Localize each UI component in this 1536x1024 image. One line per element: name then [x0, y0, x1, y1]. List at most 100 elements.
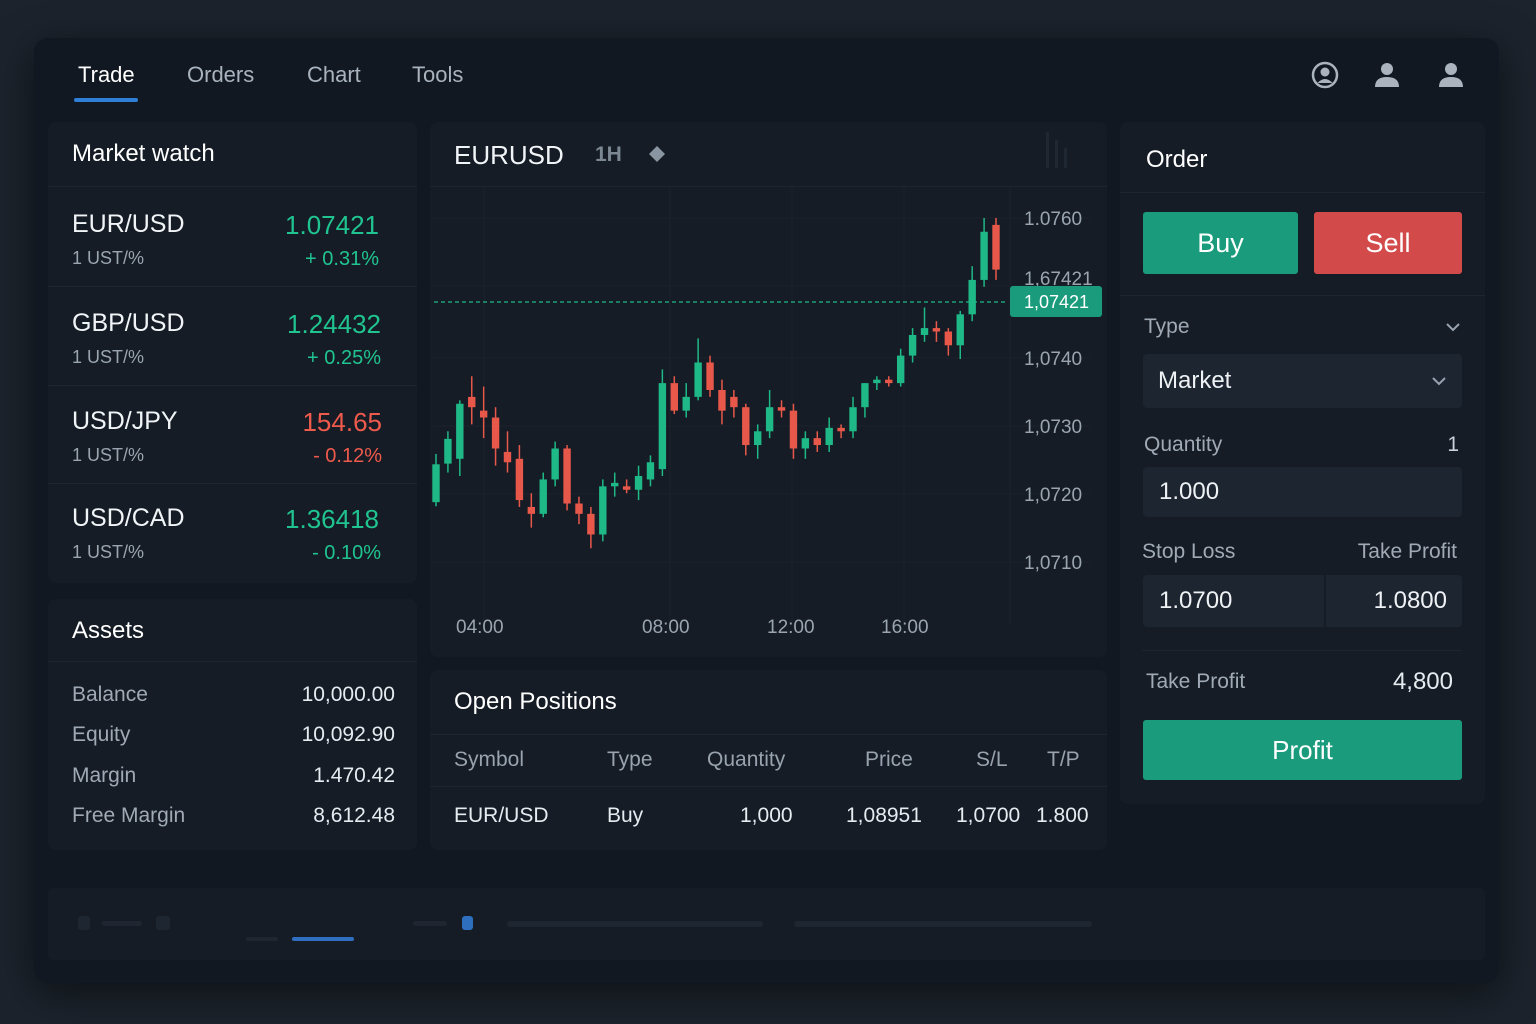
- quantity-label: Quantity: [1144, 433, 1223, 456]
- candle-body: [575, 503, 583, 514]
- footer-placeholder: [78, 916, 90, 930]
- candle-body: [932, 328, 941, 332]
- candle[interactable]: [456, 400, 464, 476]
- footer-bar: [48, 888, 1485, 960]
- candle[interactable]: [622, 479, 631, 494]
- buy-button[interactable]: Buy: [1143, 212, 1298, 274]
- sell-button[interactable]: Sell: [1314, 212, 1462, 274]
- candle[interactable]: [658, 369, 667, 476]
- candle-body: [563, 448, 571, 504]
- candle[interactable]: [825, 417, 833, 452]
- candle[interactable]: [873, 376, 881, 390]
- candle[interactable]: [813, 431, 821, 452]
- candle[interactable]: [861, 383, 869, 418]
- take-profit-input[interactable]: 1.0800: [1326, 575, 1462, 627]
- market-subtext: 1 UST/%: [72, 347, 145, 367]
- candle[interactable]: [908, 328, 917, 363]
- candle[interactable]: [885, 376, 893, 387]
- user-icon[interactable]: [1372, 60, 1402, 90]
- candle-body: [456, 403, 464, 459]
- candle[interactable]: [563, 445, 571, 511]
- column-header-tp[interactable]: T/P: [1047, 748, 1080, 772]
- candle[interactable]: [479, 386, 488, 439]
- market-watch-item-eurusd[interactable]: EUR/USD 1 UST/% 1.07421 + 0.31%: [48, 190, 417, 286]
- candle[interactable]: [599, 479, 607, 542]
- candle[interactable]: [932, 321, 941, 342]
- market-watch-item-gbpusd[interactable]: GBP/USD 1 UST/% 1.24432 + 0.25%: [48, 289, 417, 385]
- candle[interactable]: [634, 465, 643, 501]
- tab-tools[interactable]: Tools: [412, 62, 463, 88]
- candle[interactable]: [444, 431, 452, 473]
- position-price: 1,08951: [846, 804, 922, 827]
- candle[interactable]: [765, 390, 774, 439]
- candle-body: [622, 486, 631, 490]
- order-type-select[interactable]: Market: [1143, 354, 1462, 408]
- market-watch-item-usdcad[interactable]: USD/CAD 1 UST/% 1.36418 - 0.10%: [48, 484, 417, 580]
- candle[interactable]: [670, 376, 678, 415]
- market-symbol: EUR/USD: [72, 210, 185, 238]
- chart-timeframe[interactable]: 1H: [595, 143, 622, 167]
- quantity-input[interactable]: 1.000: [1143, 467, 1462, 517]
- assets-label-equity: Equity: [72, 723, 131, 746]
- tab-trade[interactable]: Trade: [78, 62, 135, 88]
- chevron-down-icon[interactable]: [1444, 318, 1462, 341]
- candle[interactable]: [432, 453, 440, 507]
- candle[interactable]: [527, 493, 536, 528]
- column-header-price[interactable]: Price: [865, 748, 913, 772]
- candle[interactable]: [968, 266, 976, 322]
- candle[interactable]: [754, 424, 762, 459]
- footer-placeholder: [246, 937, 278, 941]
- candle[interactable]: [801, 431, 810, 459]
- user-icon[interactable]: [1436, 60, 1466, 90]
- column-header-symbol[interactable]: Symbol: [454, 748, 524, 772]
- footer-placeholder: [102, 921, 142, 926]
- tab-orders[interactable]: Orders: [187, 62, 254, 88]
- candle[interactable]: [587, 506, 595, 549]
- candle-body: [539, 479, 547, 514]
- candle-body: [908, 334, 917, 356]
- candle[interactable]: [611, 472, 619, 497]
- candle[interactable]: [992, 218, 1000, 280]
- candle[interactable]: [944, 328, 953, 356]
- column-header-type[interactable]: Type: [607, 748, 653, 772]
- candle[interactable]: [551, 441, 559, 487]
- candle[interactable]: [956, 310, 964, 360]
- assets-value-equity: 10,092.90: [301, 723, 395, 746]
- candle[interactable]: [730, 390, 738, 418]
- candle[interactable]: [468, 376, 476, 425]
- candle[interactable]: [849, 396, 857, 439]
- y-tick-label: 1,0710: [1024, 553, 1082, 574]
- candle-body: [754, 431, 762, 446]
- stop-loss-input[interactable]: 1.0700: [1143, 575, 1324, 627]
- column-header-quantity[interactable]: Quantity: [707, 748, 785, 772]
- candle[interactable]: [491, 407, 500, 466]
- market-watch-item-usdjpy[interactable]: USD/JPY 1 UST/% 154.65 - 0.12%: [48, 387, 417, 483]
- candle[interactable]: [575, 496, 583, 525]
- candle[interactable]: [682, 383, 690, 418]
- market-price: 1.07421: [285, 210, 379, 240]
- indicator-icon[interactable]: [1042, 128, 1072, 177]
- candle[interactable]: [920, 307, 929, 342]
- diamond-icon[interactable]: [648, 145, 666, 168]
- candle[interactable]: [896, 348, 905, 387]
- candle[interactable]: [789, 403, 798, 459]
- take-profit-summary-value: 4,800: [1392, 668, 1453, 695]
- column-header-sl[interactable]: S/L: [976, 748, 1008, 772]
- candle[interactable]: [539, 472, 547, 518]
- profit-button[interactable]: Profit: [1143, 720, 1462, 780]
- candle-body: [611, 482, 619, 487]
- candle[interactable]: [706, 355, 714, 397]
- candle[interactable]: [718, 379, 726, 425]
- tab-chart[interactable]: Chart: [307, 62, 361, 88]
- candle[interactable]: [515, 445, 524, 507]
- candle[interactable]: [980, 218, 988, 287]
- candle[interactable]: [694, 338, 702, 401]
- account-circle-icon[interactable]: [1310, 60, 1340, 90]
- candle[interactable]: [742, 403, 750, 456]
- market-change: + 0.25%: [307, 347, 381, 369]
- candle[interactable]: [646, 455, 655, 487]
- candle-body: [742, 407, 750, 446]
- candle[interactable]: [503, 431, 512, 473]
- candle[interactable]: [777, 400, 786, 418]
- candlestick-chart[interactable]: 1.07601,674211,07401,07301,07201,0710 04…: [430, 186, 1107, 657]
